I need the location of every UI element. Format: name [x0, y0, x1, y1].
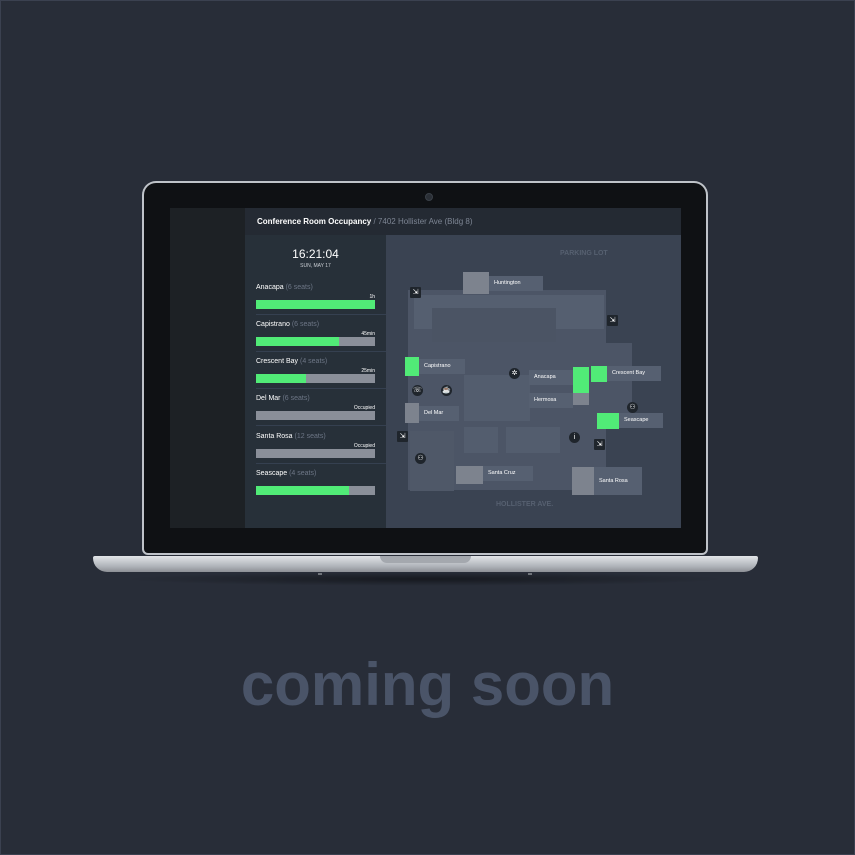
- room-name: Del Mar: [256, 395, 281, 402]
- page-title: Conference Room Occupancy: [257, 217, 372, 226]
- room-marker-santa-rosa: [572, 467, 594, 495]
- room-item-anacapa[interactable]: Anacapa (6 seats) 1h: [256, 284, 386, 319]
- room-marker-crescent-bay: [591, 366, 607, 382]
- camera-icon: [425, 193, 433, 201]
- coffee-icon: ☕: [441, 385, 452, 396]
- occupancy-bar: [256, 486, 375, 495]
- restroom-icon: ⚇: [627, 402, 638, 413]
- room-marker-capistrano: [405, 357, 419, 376]
- room-seats: (6 seats): [285, 284, 313, 291]
- map-room-santa-cruz[interactable]: Santa Cruz: [483, 466, 533, 481]
- floor-map: PARKING LOT HOLLISTER AVE. Huntington Ca…: [386, 235, 681, 528]
- exit-icon: ⇲: [397, 431, 408, 442]
- room-name: Seascape: [256, 470, 288, 477]
- restroom-icon: ⚇: [415, 453, 426, 464]
- room-seats: (6 seats): [291, 321, 320, 328]
- occupancy-bar: [256, 411, 375, 420]
- divider: [256, 463, 386, 464]
- room-marker-hermosa: [573, 393, 589, 405]
- map-room-del-mar[interactable]: Del Mar: [419, 406, 459, 421]
- divider: [256, 314, 386, 315]
- room-seats: (4 seats): [299, 358, 328, 365]
- map-label-parking-lot: PARKING LOT: [560, 250, 608, 257]
- room-name: Anacapa: [256, 284, 284, 291]
- room-name: Santa Rosa: [256, 433, 293, 440]
- coming-soon-text: coming soon: [240, 651, 615, 718]
- divider: [256, 425, 386, 426]
- phone-icon: ☏: [412, 385, 423, 396]
- app-header: Conference Room Occupancy / 7402 Hollist…: [245, 208, 681, 235]
- laptop-foot: [528, 573, 532, 575]
- divider: [256, 388, 386, 389]
- room-name: Capistrano: [256, 321, 290, 328]
- building-block: [432, 308, 556, 342]
- building-block: [506, 427, 560, 453]
- map-room-hermosa[interactable]: Hermosa: [529, 393, 573, 408]
- laptop-screen: Conference Room Occupancy / 7402 Hollist…: [170, 208, 681, 528]
- clock-date: SUN, MAY 17: [300, 263, 331, 269]
- room-item-santa-rosa[interactable]: Santa Rosa (12 seats) Occupied: [256, 433, 386, 468]
- room-item-capistrano[interactable]: Capistrano (6 seats) 45min: [256, 321, 386, 356]
- map-label-hollister-ave: HOLLISTER AVE.: [496, 501, 554, 508]
- building-block: [464, 375, 530, 421]
- breadcrumb-location[interactable]: 7402 Hollister Ave (Bldg 8): [378, 217, 473, 226]
- room-name: Crescent Bay: [256, 358, 299, 365]
- clock-time: 16:21:04: [292, 247, 339, 261]
- room-marker-huntington: [463, 272, 489, 294]
- room-item-del-mar[interactable]: Del Mar (6 seats) Occupied: [256, 395, 386, 430]
- title-separator: /: [371, 217, 378, 226]
- occupancy-bar-fill: [256, 486, 349, 495]
- map-room-santa-rosa[interactable]: Santa Rosa: [594, 467, 642, 495]
- divider: [256, 351, 386, 352]
- map-room-crescent-bay[interactable]: Crescent Bay: [607, 366, 661, 381]
- building-block: [464, 427, 498, 453]
- room-marker-santa-cruz: [456, 466, 483, 484]
- gear-icon: ✲: [509, 368, 520, 379]
- occupancy-bar: [256, 449, 375, 458]
- screen-left-edge: [170, 208, 245, 528]
- room-marker-del-mar: [405, 403, 419, 423]
- room-seats: (4 seats): [289, 470, 317, 477]
- occupancy-bar: [256, 374, 375, 383]
- laptop-opening-notch: [380, 556, 471, 563]
- map-room-seascape[interactable]: Seascape: [619, 413, 663, 428]
- laptop-foot: [318, 573, 322, 575]
- map-room-anacapa[interactable]: Anacapa: [529, 370, 573, 385]
- laptop-shadow: [120, 572, 730, 586]
- map-room-capistrano[interactable]: Capistrano: [419, 359, 465, 374]
- occupancy-bar-fill: [256, 337, 340, 346]
- info-icon: i: [569, 432, 580, 443]
- room-marker-anacapa: [573, 367, 589, 393]
- exit-icon: ⇲: [410, 287, 421, 298]
- room-item-seascape[interactable]: Seascape (4 seats): [256, 470, 375, 505]
- room-marker-seascape: [597, 413, 619, 429]
- room-seats: (6 seats): [282, 395, 310, 402]
- occupancy-bar: [256, 337, 375, 346]
- occupancy-bar: [256, 300, 375, 309]
- exit-icon: ⇲: [594, 439, 605, 450]
- occupancy-bar-fill: [256, 374, 306, 383]
- exit-icon: ⇲: [607, 315, 618, 326]
- occupancy-bar-fill: [256, 300, 375, 309]
- room-item-crescent-bay[interactable]: Crescent Bay (4 seats) 25min: [256, 358, 386, 393]
- room-seats: (12 seats): [294, 433, 326, 440]
- room-list-panel: 16:21:04 SUN, MAY 17 Anacapa (6 seats) 1…: [245, 235, 386, 528]
- map-room-huntington[interactable]: Huntington: [489, 276, 543, 291]
